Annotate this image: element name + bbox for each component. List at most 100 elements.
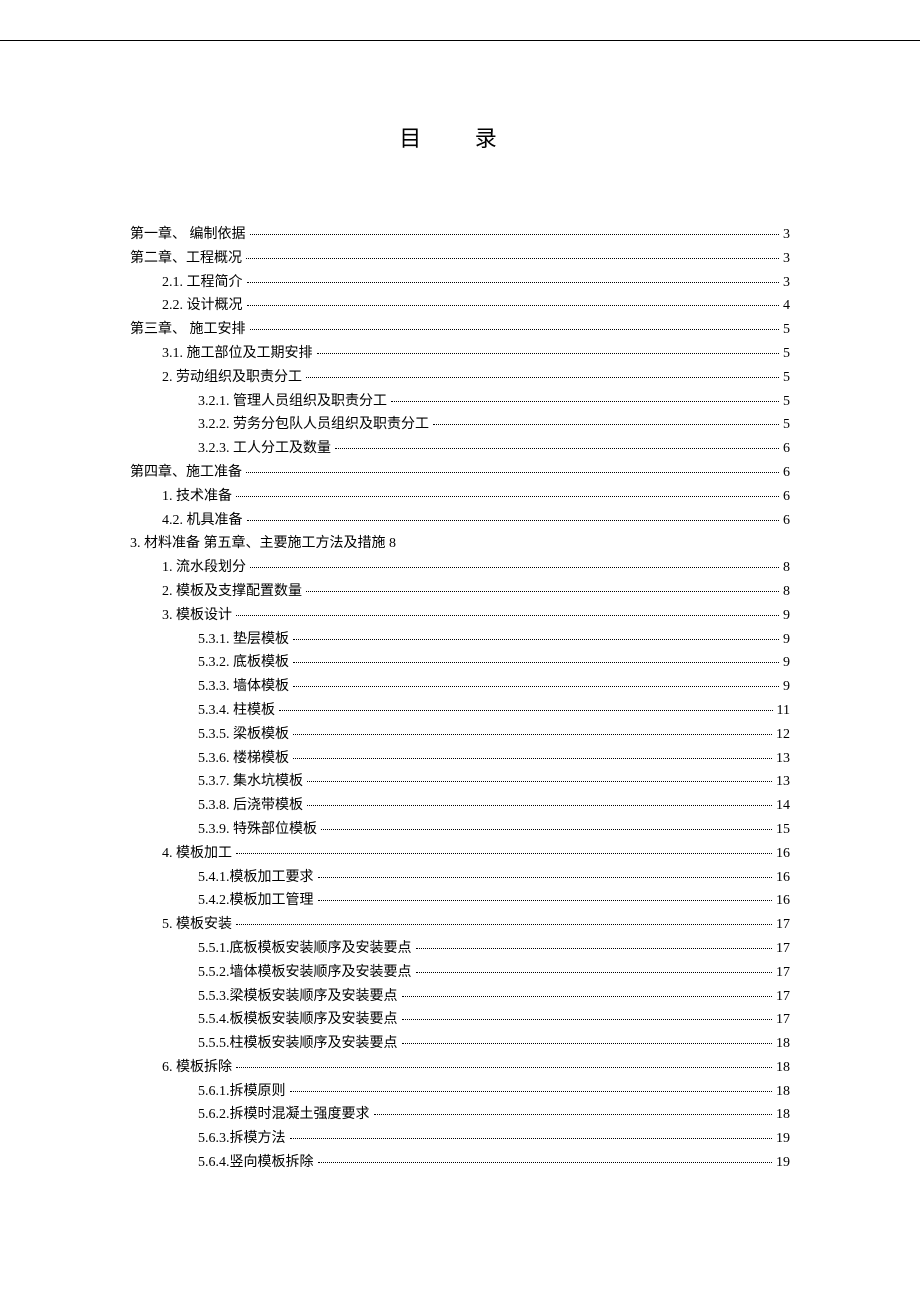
- toc-entry-label: 5.3.7. 集水坑模板: [198, 770, 303, 794]
- toc-entry: 5.3.8. 后浇带模板14: [130, 794, 790, 818]
- toc-entry: 3.2.1. 管理人员组织及职责分工 5: [130, 390, 790, 414]
- toc-entry-page: 5: [783, 318, 790, 342]
- toc-leader-dots: [374, 1114, 773, 1115]
- toc-entry-label: 5.6.2.拆模时混凝土强度要求: [198, 1103, 370, 1127]
- toc-entry-label: 5.4.2.模板加工管理: [198, 889, 314, 913]
- toc-leader-dots: [416, 972, 773, 973]
- toc-entry-page: 8: [783, 556, 790, 580]
- toc-leader-dots: [236, 853, 772, 854]
- toc-entry-page: 15: [776, 818, 790, 842]
- toc-entry-label: 第二章、工程概况: [130, 247, 242, 271]
- toc-entry-label: 5.5.3.梁模板安装顺序及安装要点: [198, 985, 398, 1009]
- toc-leader-dots: [293, 662, 779, 663]
- toc-entry: 5.4.2.模板加工管理 16: [130, 889, 790, 913]
- toc-leader-dots: [317, 353, 780, 354]
- toc-leader-dots: [402, 996, 773, 997]
- toc-entry-label: 5.3.5. 梁板模板: [198, 723, 289, 747]
- toc-entry: 第二章、工程概况3: [130, 247, 790, 271]
- toc-entry-page: 5: [783, 366, 790, 390]
- toc-entry-label: 5.3.4. 柱模板: [198, 699, 275, 723]
- toc-entry-label: 4.2. 机具准备: [162, 509, 243, 533]
- toc-entry-page: 3: [783, 223, 790, 247]
- toc-entry: 4. 模板加工16: [130, 842, 790, 866]
- toc-entry-label: 5.5.1.底板模板安装顺序及安装要点: [198, 937, 412, 961]
- toc-entry: 第一章、 编制依据 3: [130, 223, 790, 247]
- toc-leader-dots: [306, 591, 779, 592]
- toc-entry: 5.3.6. 楼梯模板 13: [130, 747, 790, 771]
- toc-leader-dots: [293, 758, 772, 759]
- toc-leader-dots: [293, 639, 779, 640]
- toc-entry-label: 5.5.4.板模板安装顺序及安装要点: [198, 1008, 398, 1032]
- toc-entry-page: 16: [776, 842, 790, 866]
- toc-entry-label: 第一章、 编制依据: [130, 223, 246, 247]
- toc-entry: 5.3.5. 梁板模板12: [130, 723, 790, 747]
- toc-leader-dots: [236, 496, 779, 497]
- toc-entry-page: 18: [776, 1056, 790, 1080]
- toc-entry-page: 9: [783, 628, 790, 652]
- toc-entry-page: 8: [783, 580, 790, 604]
- toc-entry: 5.3.3. 墙体模板9: [130, 675, 790, 699]
- toc-entry-label: 1. 技术准备: [162, 485, 232, 509]
- toc-leader-dots: [290, 1138, 773, 1139]
- toc-entry: 5.3.7. 集水坑模板 13: [130, 770, 790, 794]
- toc-entry-page: 13: [776, 747, 790, 771]
- toc-entry-label: 1. 流水段划分: [162, 556, 246, 580]
- toc-entry-label: 第三章、 施工安排: [130, 318, 246, 342]
- toc-entry: 5.5.2.墙体模板安装顺序及安装要点17: [130, 961, 790, 985]
- toc-leader-dots: [318, 877, 773, 878]
- toc-entry-page: 14: [776, 794, 790, 818]
- toc-entry-label: 3.2.1. 管理人员组织及职责分工: [198, 390, 387, 414]
- toc-entry-page: 11: [777, 699, 790, 723]
- toc-entry: 第四章、施工准备6: [130, 461, 790, 485]
- toc-entry: 1. 技术准备6: [130, 485, 790, 509]
- toc-leader-dots: [250, 234, 780, 235]
- toc-leader-dots: [293, 686, 779, 687]
- toc-entry: 5.6.1.拆模原则18: [130, 1080, 790, 1104]
- toc-leader-dots: [236, 1067, 772, 1068]
- toc-title: 目 录: [130, 121, 790, 153]
- toc-entry-page: 17: [776, 913, 790, 937]
- toc-leader-dots: [306, 377, 779, 378]
- toc-entry-page: 9: [783, 675, 790, 699]
- toc-entry: 3. 模板设计9: [130, 604, 790, 628]
- toc-entry-page: 17: [776, 1008, 790, 1032]
- toc-leader-dots: [247, 520, 780, 521]
- toc-entry-label: 5.5.2.墙体模板安装顺序及安装要点: [198, 961, 412, 985]
- toc-leader-dots: [402, 1019, 773, 1020]
- toc-entry-page: 18: [776, 1032, 790, 1056]
- toc-entry-page: 5: [783, 390, 790, 414]
- toc-entry-page: 13: [776, 770, 790, 794]
- toc-leader-dots: [416, 948, 773, 949]
- toc-entry: 2.1. 工程简介3: [130, 271, 790, 295]
- toc-entry: 5.3.9. 特殊部位模板15: [130, 818, 790, 842]
- toc-entry-label: 5.3.6. 楼梯模板: [198, 747, 289, 771]
- toc-entry-label: 6. 模板拆除: [162, 1056, 232, 1080]
- toc-entry: 4.2. 机具准备6: [130, 509, 790, 533]
- toc-leader-dots: [293, 734, 772, 735]
- toc-entry-label: 5.3.1. 垫层模板: [198, 628, 289, 652]
- table-of-contents: 第一章、 编制依据3第二章、工程概况32.1. 工程简介32.2. 设计概况4第…: [130, 223, 790, 1175]
- toc-leader-dots: [318, 1162, 773, 1163]
- toc-leader-dots: [335, 448, 779, 449]
- toc-entry: 1. 流水段划分 8: [130, 556, 790, 580]
- toc-entry: 6. 模板拆除 18: [130, 1056, 790, 1080]
- toc-entry: 5.5.1.底板模板安装顺序及安装要点17: [130, 937, 790, 961]
- toc-entry-label: 2.1. 工程简介: [162, 271, 243, 295]
- toc-entry-page: 5: [783, 413, 790, 437]
- toc-leader-dots: [391, 401, 779, 402]
- toc-entry: 5.3.1. 垫层模板 9: [130, 628, 790, 652]
- toc-leader-dots: [318, 900, 773, 901]
- toc-entry-page: 18: [776, 1103, 790, 1127]
- toc-leader-dots: [433, 424, 779, 425]
- toc-entry-page: 9: [783, 651, 790, 675]
- toc-leader-dots: [236, 924, 772, 925]
- toc-entry: 5.6.3.拆模方法19: [130, 1127, 790, 1151]
- toc-leader-dots: [236, 615, 779, 616]
- toc-entry: 5.6.2.拆模时混凝土强度要求 18: [130, 1103, 790, 1127]
- toc-entry-page: 17: [776, 985, 790, 1009]
- toc-entry-page: 16: [776, 889, 790, 913]
- toc-entry-label: 5.5.5.柱模板安装顺序及安装要点: [198, 1032, 398, 1056]
- toc-entry-label: 5.4.1.模板加工要求: [198, 866, 314, 890]
- toc-leader-dots: [247, 305, 780, 306]
- toc-entry-label: 3. 材料准备 第五章、主要施工方法及措施 8: [130, 532, 396, 556]
